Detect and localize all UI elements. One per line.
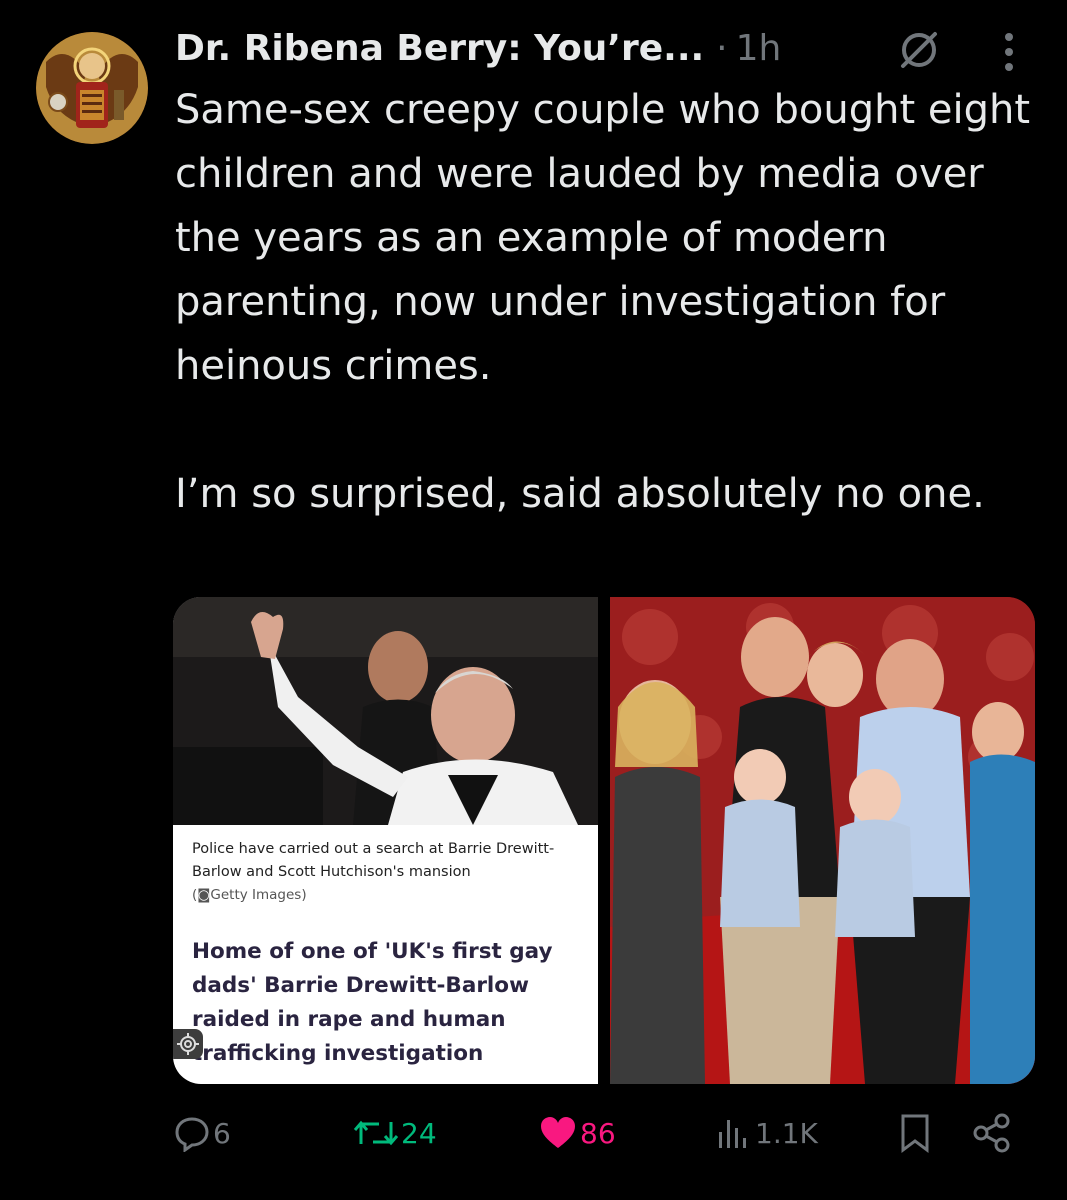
photo-credit: (◙Getty Images) xyxy=(192,887,307,903)
heart-icon xyxy=(541,1117,575,1148)
tweet-paragraph-1: Same-sex creepy couple who bought eight … xyxy=(175,87,1030,389)
bookmark-button[interactable] xyxy=(895,1108,935,1158)
caption-text: Police have carried out a search at Barr… xyxy=(192,841,555,880)
author-display-name[interactable]: Dr. Ribena Berry: You’re... xyxy=(175,28,704,69)
reply-icon xyxy=(175,1117,209,1152)
tweet-timestamp[interactable]: 1h xyxy=(736,28,782,69)
retweet-count: 24 xyxy=(401,1116,437,1150)
muted-icon[interactable] xyxy=(895,26,943,74)
bookmark-icon xyxy=(901,1114,929,1153)
media-caption: Police have carried out a search at Barr… xyxy=(192,838,587,907)
header-separator: · xyxy=(716,27,728,69)
media-image-family[interactable] xyxy=(610,597,1035,1084)
family-photo xyxy=(610,597,1035,1084)
reply-count: 6 xyxy=(213,1116,231,1150)
share-button[interactable] xyxy=(971,1108,1013,1158)
article-photo xyxy=(173,597,598,825)
tweet-text: Same-sex creepy couple who bought eight … xyxy=(175,78,1035,526)
like-count: 86 xyxy=(580,1116,616,1150)
reply-button[interactable]: 6 xyxy=(173,1108,231,1158)
article-headline: Home of one of 'UK's first gay dads' Bar… xyxy=(192,939,553,1066)
views-icon xyxy=(719,1120,746,1148)
media-image-article[interactable]: Police have carried out a search at Barr… xyxy=(173,597,598,1084)
media-grid: Police have carried out a search at Barr… xyxy=(173,597,1035,1084)
action-bar: 6 24 86 1.1K xyxy=(173,1108,1035,1158)
like-button[interactable]: 86 xyxy=(538,1108,616,1158)
tweet: Dr. Ribena Berry: You’re... · 1h Same-se… xyxy=(0,0,1067,1200)
share-icon xyxy=(973,1113,1010,1153)
views-button[interactable]: 1.1K xyxy=(713,1108,818,1158)
retweet-button[interactable]: 24 xyxy=(353,1108,437,1158)
avatar[interactable] xyxy=(36,32,148,144)
more-icon[interactable] xyxy=(1001,30,1017,74)
camera-icon: ◙ xyxy=(197,887,211,903)
views-count: 1.1K xyxy=(755,1116,818,1150)
avatar-icon-image xyxy=(36,32,148,144)
gear-icon[interactable] xyxy=(173,1029,203,1059)
retweet-icon xyxy=(353,1120,399,1146)
tweet-paragraph-2: I’m so surprised, said absolutely no one… xyxy=(175,471,985,517)
tweet-header: Dr. Ribena Berry: You’re... · 1h xyxy=(175,22,1027,74)
